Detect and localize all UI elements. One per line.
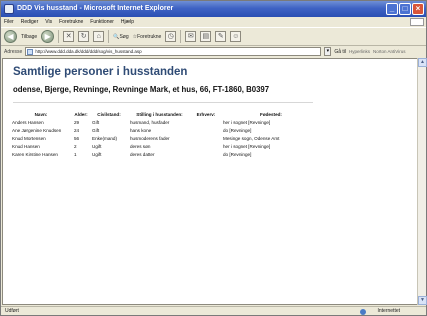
close-button[interactable]: × [412,3,424,15]
page-content: Samtlige personer i husstanden odense, B… [2,58,418,305]
cell-civilstand: Enke(mand) [92,135,118,141]
cell-erhverv [191,134,221,142]
favorites-button[interactable]: ☆Foretrukne [133,34,162,40]
maximize-button[interactable]: □ [399,3,411,15]
cell-navn: Anders Hansen [12,119,44,125]
cell-navn: Ane Jørgenine Knudsen [12,127,62,133]
browser-window: DDD Vis husstand - Microsoft Internet Ex… [0,0,427,316]
menu-rediger[interactable]: Rediger [21,17,39,27]
table-row: Ane Jørgenine Knudsen 24 Gift hans kone … [10,126,321,134]
search-button[interactable]: 🔍Søg [113,34,128,40]
cell-alder: 56 [74,135,80,141]
mail-icon[interactable]: ✉ [185,31,197,42]
cell-civilstand: Ugift [92,152,102,158]
go-button[interactable]: Gå til [334,49,346,55]
cell-stilling: deres datter [130,152,155,158]
toolbar: ◀ Tilbage ▶ ✕ ↻ ⌂ 🔍Søg ☆Foretrukne ◷ ✉ ▤… [1,27,426,46]
cell-civilstand: Gift [92,119,100,125]
scroll-up-icon[interactable]: ▲ [418,58,427,67]
cell-navn: Knud Mortensen [12,135,46,141]
cell-alder: 24 [74,127,80,133]
page-title: Samtlige personer i husstanden [13,66,188,78]
menu-foretrukne[interactable]: Foretrukne [59,17,83,27]
norton-antivirus-button[interactable]: Norton AntiVirus [373,49,405,54]
scroll-down-icon[interactable]: ▼ [418,296,427,305]
menu-hjaelp[interactable]: Hjælp [121,17,134,27]
favorites-label: Foretrukne [137,33,162,40]
header-stilling: Stilling i husstanden: [136,111,183,117]
cell-fodested: do [Revninge] [223,152,252,158]
header-erhverv: Erhverv: [196,111,216,117]
menu-funktioner[interactable]: Funktioner [90,17,114,27]
table-header-row: Navn: Alder: Civilstand: Stilling i huss… [10,110,321,118]
cell-alder: 29 [74,119,80,125]
address-url: http://www.ddd.dda.dk/ddd/ddd/sog/vis_hu… [35,49,142,54]
edit-icon[interactable]: ✎ [215,31,227,42]
status-text: Udført [5,308,19,314]
page-icon [27,49,34,55]
cell-stilling: husmoderens fader [130,135,170,141]
print-icon[interactable]: ▤ [200,31,212,42]
cell-stilling: husmand, husfader [130,119,170,125]
menu-vis[interactable]: Vis [45,17,52,27]
title-bar: DDD Vis husstand - Microsoft Internet Ex… [1,1,426,17]
header-civilstand: Civilstand: [97,111,121,117]
table-row: Karen Kirstine Hansen 1 Ugift deres datt… [10,151,321,159]
home-icon[interactable]: ⌂ [93,31,105,42]
cell-navn: Knud Hansen [12,144,40,150]
vertical-scrollbar[interactable]: ▲ ▼ [417,58,427,305]
cell-erhverv [191,151,221,159]
refresh-icon[interactable]: ↻ [78,31,90,42]
cell-erhverv [191,143,221,151]
windows-flag-icon [410,18,424,26]
cell-alder: 2 [74,144,77,150]
status-bar: Udført Internettet [1,306,426,316]
header-navn: Navn: [34,111,48,117]
cell-civilstand: Gift [92,127,100,133]
ie-logo-icon [4,4,14,14]
cell-alder: 1 [74,152,77,158]
header-fodested: Fødested: [260,111,282,117]
search-label: Søg [119,33,129,40]
security-zone-label: Internettet [377,308,400,314]
table-row: Anders Hansen 29 Gift husmand, husfader … [10,118,321,126]
table-row: Knud Mortensen 56 Enke(mand) husmoderens… [10,134,321,142]
household-table: Navn: Alder: Civilstand: Stilling i huss… [10,110,321,159]
history-icon[interactable]: ◷ [165,31,177,42]
minimize-button[interactable]: _ [386,3,398,15]
window-title: DDD Vis husstand - Microsoft Internet Ex… [17,5,174,12]
cell-civilstand: Ugift [92,144,102,150]
forward-arrow-icon[interactable]: ▶ [41,30,55,43]
toolbar-separator [58,30,60,43]
cell-navn: Karen Kirstine Hansen [12,152,58,158]
menu-filer[interactable]: Filer [4,17,14,27]
table-row: Knud Hansen 2 Ugift deres søn her i sogn… [10,143,321,151]
links-button[interactable]: Hyperlinks [349,49,370,54]
toolbar-separator [180,30,182,43]
cell-stilling: deres søn [130,144,151,150]
cell-erhverv [191,118,221,126]
back-label[interactable]: Tilbage [21,34,37,40]
window-controls: _ □ × [386,3,424,15]
household-location: odense, Bjerge, Revninge, Revninge Mark,… [13,85,270,94]
cell-erhverv [191,126,221,134]
cell-fodested: Mesinge sogn, Odense Amt [223,135,280,141]
cell-fodested: her i sognet [Revninge] [223,144,271,150]
messenger-icon[interactable]: ☺ [230,31,242,42]
stop-icon[interactable]: ✕ [63,31,75,42]
divider [13,102,313,103]
address-bar: Adresse http://www.ddd.dda.dk/ddd/ddd/so… [1,46,426,57]
cell-fodested: do [Revninge] [223,127,252,133]
cell-stilling: hans kone [130,127,152,133]
address-label: Adresse [4,48,23,55]
internet-zone-icon [360,309,366,315]
header-alder: Alder: [74,111,88,117]
cell-fodested: her i sognet [Revninge] [223,119,271,125]
menu-bar: Filer Rediger Vis Foretrukne Funktioner … [1,17,426,27]
back-arrow-icon[interactable]: ◀ [4,30,17,43]
address-dropdown-icon[interactable]: ▾ [324,47,332,56]
address-input[interactable]: http://www.ddd.dda.dk/ddd/ddd/sog/vis_hu… [25,47,322,56]
toolbar-separator [108,30,110,43]
